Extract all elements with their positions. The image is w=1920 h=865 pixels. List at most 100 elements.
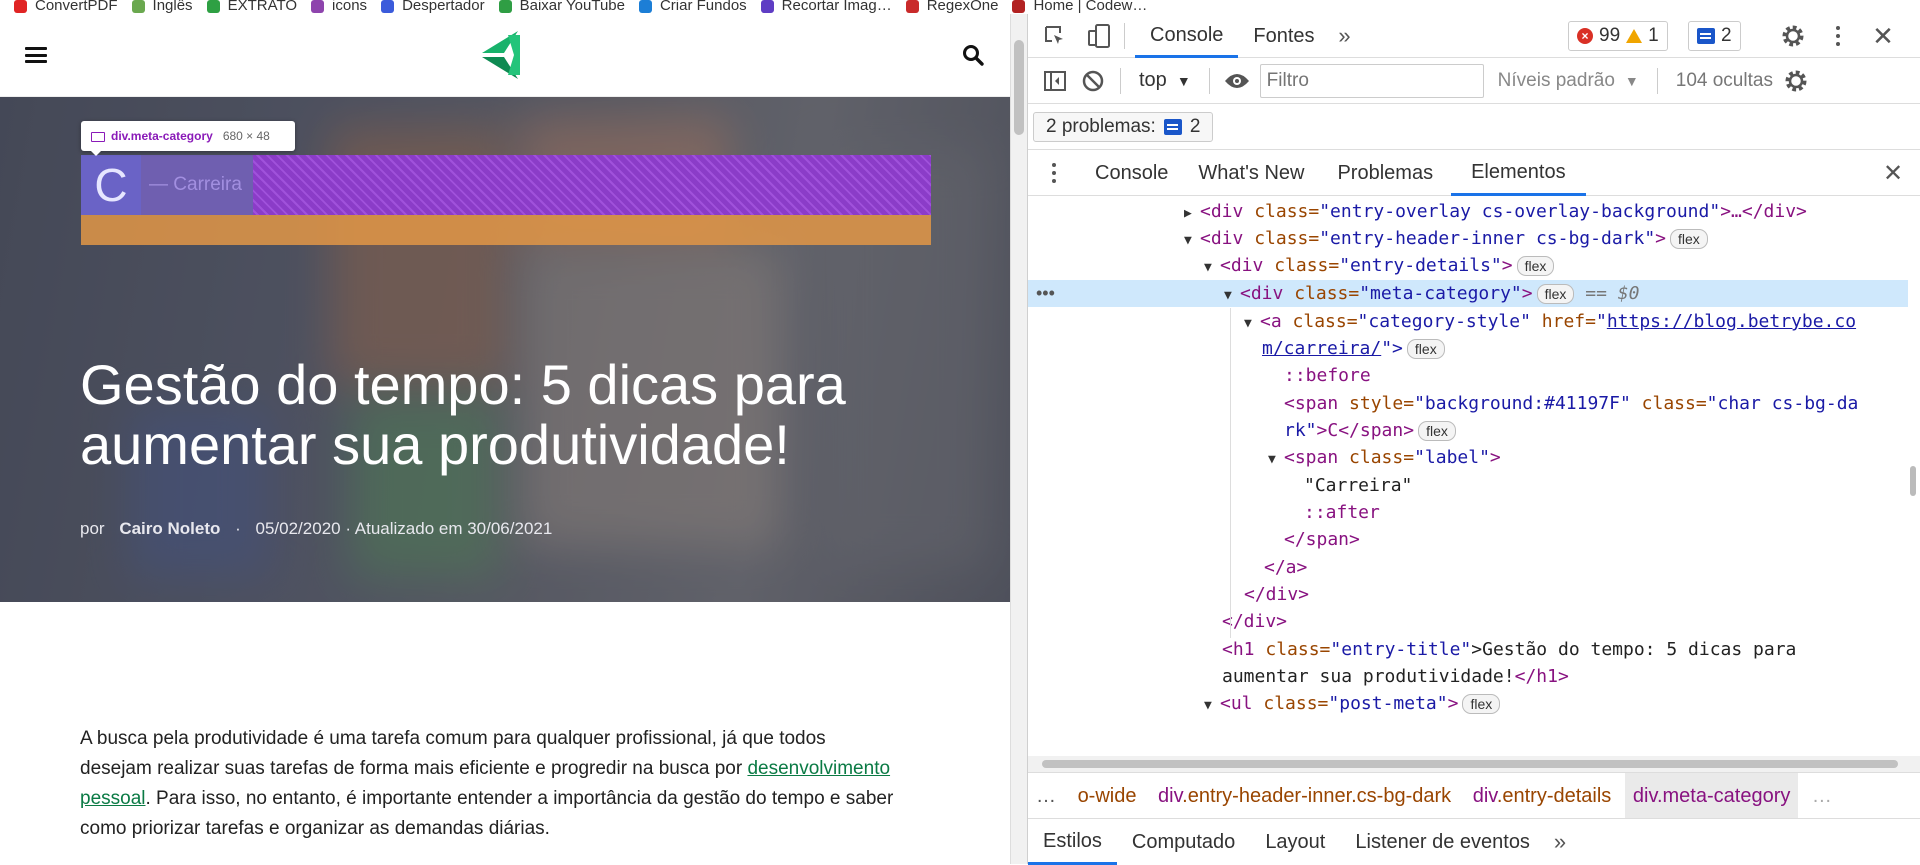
- more-tabs-icon[interactable]: »: [1330, 21, 1360, 51]
- breadcrumb-item[interactable]: div.entry-header-inner.cs-bg-dark: [1150, 773, 1459, 818]
- hidden-count: 104 ocultas: [1675, 69, 1773, 91]
- console-settings-gear-icon[interactable]: [1781, 66, 1811, 96]
- devtools-main-toolbar: Console Fontes » × 99 1 2 ✕: [1028, 14, 1920, 58]
- flex-badge[interactable]: flex: [1670, 229, 1708, 249]
- bookmark-favicon-icon: [206, 0, 220, 13]
- tab-console-main[interactable]: Console: [1135, 14, 1239, 58]
- page-scrollbar[interactable]: [1010, 14, 1027, 864]
- dom-node[interactable]: <span style="background:#41197F" class="…: [1028, 390, 1908, 417]
- category-char: C: [81, 155, 141, 215]
- drawer-tab-problemas[interactable]: Problemas: [1319, 150, 1451, 196]
- tooltip-selector: div.meta-category: [111, 129, 213, 143]
- tab-layout[interactable]: Layout: [1250, 819, 1340, 865]
- site-logo[interactable]: [474, 25, 534, 85]
- kebab-menu-icon[interactable]: [1823, 21, 1853, 51]
- bookmark-favicon-icon: [905, 0, 919, 13]
- device-toolbar-icon[interactable]: [1084, 21, 1114, 51]
- bookmark-item[interactable]: icons: [311, 0, 367, 13]
- selected-marker: == $0: [1585, 283, 1640, 304]
- flex-badge[interactable]: flex: [1462, 694, 1501, 714]
- category-href-link-cont[interactable]: m/carreira/: [1262, 338, 1381, 359]
- flex-badge[interactable]: flex: [1516, 256, 1555, 276]
- dom-close-tag[interactable]: </div>: [1028, 608, 1908, 635]
- bookmark-item[interactable]: RegexOne: [905, 0, 998, 13]
- drawer-tab-elementos[interactable]: Elementos: [1451, 150, 1586, 196]
- drawer-tab-console[interactable]: Console: [1080, 150, 1183, 196]
- inspect-element-icon[interactable]: [1040, 21, 1070, 51]
- drawer-tab-whats-new[interactable]: What's New: [1183, 150, 1319, 196]
- menu-icon[interactable]: [25, 47, 47, 63]
- dom-node[interactable]: ▼ <a class="category-style" href="https:/…: [1028, 308, 1908, 335]
- settings-gear-icon[interactable]: [1778, 21, 1808, 51]
- dom-node[interactable]: ▼ <span class="label">: [1028, 444, 1908, 471]
- tab-computado[interactable]: Computado: [1117, 819, 1250, 865]
- context-selector[interactable]: top ▼: [1133, 69, 1197, 92]
- dom-text[interactable]: "Carreira": [1028, 472, 1908, 499]
- breadcrumb-item[interactable]: o-wide: [1070, 773, 1145, 818]
- filter-input[interactable]: [1259, 63, 1484, 98]
- bookmark-item[interactable]: Criar Fundos: [638, 0, 747, 14]
- dom-node-selected[interactable]: ••• ▼ <div class="meta-category"> flex == $…: [1028, 280, 1908, 307]
- bookmark-item[interactable]: Baixar YouTube: [498, 0, 625, 13]
- bookmark-label: EXTRATO: [227, 0, 298, 14]
- messages-badge[interactable]: 2: [1688, 21, 1741, 51]
- error-warning-badge[interactable]: × 99 1: [1568, 21, 1668, 51]
- breadcrumb-item[interactable]: div.entry-details: [1465, 773, 1620, 818]
- article-paragraph: A busca pela produtividade é uma tarefa …: [80, 724, 900, 844]
- elements-horizontal-scrollbar[interactable]: [1028, 756, 1920, 772]
- bookmark-item[interactable]: Inglês: [131, 0, 193, 13]
- drawer-menu-icon[interactable]: [1028, 162, 1080, 183]
- more-tabs-icon[interactable]: »: [1545, 827, 1575, 857]
- bookmark-item[interactable]: Recortar Imag…: [760, 0, 892, 13]
- flex-grid-icon: [91, 131, 105, 142]
- dom-pseudo[interactable]: ::after: [1028, 499, 1908, 526]
- close-devtools-icon[interactable]: ✕: [1868, 21, 1898, 51]
- elements-vertical-scrollbar[interactable]: [1906, 196, 1920, 756]
- bookmark-label: Criar Fundos: [659, 0, 747, 14]
- dom-close-tag[interactable]: </div>: [1028, 581, 1908, 608]
- dom-node-cont: aumentar sua produtividade!</h1>: [1222, 666, 1569, 687]
- dom-node[interactable]: ▼ <ul class="post-meta"> flex: [1028, 690, 1908, 717]
- dom-node[interactable]: ▼ <div class="entry-details"> flex: [1028, 252, 1908, 279]
- sidebar-toggle-icon[interactable]: [1040, 66, 1070, 96]
- breadcrumb-more-icon[interactable]: …: [1804, 773, 1840, 818]
- dom-close-tag[interactable]: </span>: [1028, 526, 1908, 553]
- log-levels-dropdown[interactable]: Níveis padrão ▼: [1498, 70, 1639, 92]
- search-icon[interactable]: [961, 43, 985, 67]
- bookmark-label: Despertador: [402, 0, 485, 14]
- flex-badge[interactable]: flex: [1406, 339, 1445, 359]
- message-count: 2: [1721, 25, 1732, 46]
- bookmark-label: Home | Codew…: [1033, 0, 1148, 14]
- bookmark-item[interactable]: Despertador: [381, 0, 485, 13]
- dom-node[interactable]: <h1 class="entry-title">Gestão do tempo:…: [1028, 636, 1908, 663]
- live-expression-eye-icon[interactable]: [1222, 66, 1252, 96]
- node-actions-icon[interactable]: •••: [1036, 280, 1055, 307]
- paragraph-text-end: . Para isso, no entanto, é importante en…: [80, 788, 894, 839]
- breadcrumb-item-active[interactable]: div.meta-category: [1624, 773, 1799, 818]
- issues-button[interactable]: 2 problemas: 2: [1033, 111, 1214, 142]
- category-href-link[interactable]: https://blog.betrybe.co: [1607, 311, 1856, 332]
- dom-node[interactable]: ▶ <div class="entry-overlay cs-overlay-ba…: [1028, 198, 1908, 225]
- tab-listener-eventos[interactable]: Listener de eventos: [1340, 819, 1545, 865]
- tab-fontes[interactable]: Fontes: [1238, 14, 1329, 58]
- author-link[interactable]: Cairo Noleto: [119, 519, 220, 538]
- dom-close-tag[interactable]: </a>: [1028, 554, 1908, 581]
- bookmark-item[interactable]: Home | Codew…: [1012, 0, 1147, 13]
- dom-pseudo[interactable]: ::before: [1028, 362, 1908, 389]
- breadcrumb-overflow-icon[interactable]: …: [1028, 773, 1064, 818]
- web-page: C — Carreira div.meta-category 680 × 48 G…: [0, 14, 1010, 864]
- bookmark-item[interactable]: EXTRATO: [206, 0, 298, 14]
- dom-node-cont: m/carreira/"> flex: [1028, 335, 1908, 362]
- close-drawer-icon[interactable]: ✕: [1878, 158, 1908, 188]
- flex-badge[interactable]: flex: [1536, 284, 1575, 304]
- devtools-panel: Console Fontes » × 99 1 2 ✕ top ▼ Filtro…: [1027, 14, 1920, 865]
- bookmark-item[interactable]: ConvertPDF: [14, 0, 118, 13]
- flex-badge[interactable]: flex: [1418, 421, 1456, 441]
- post-dates: 05/02/2020 · Atualizado em 30/06/2021: [255, 519, 553, 538]
- tab-estilos[interactable]: Estilos: [1028, 819, 1117, 865]
- dom-node[interactable]: ▼ <div class="entry-header-inner cs-bg-da…: [1028, 225, 1908, 252]
- category-label[interactable]: — Carreira: [141, 155, 253, 215]
- elements-tree: ▶ <div class="entry-overlay cs-overlay-ba…: [1028, 196, 1920, 742]
- post-meta: por Cairo Noleto · 05/02/2020 · Atualiza…: [80, 519, 552, 539]
- clear-console-icon[interactable]: [1078, 66, 1108, 96]
